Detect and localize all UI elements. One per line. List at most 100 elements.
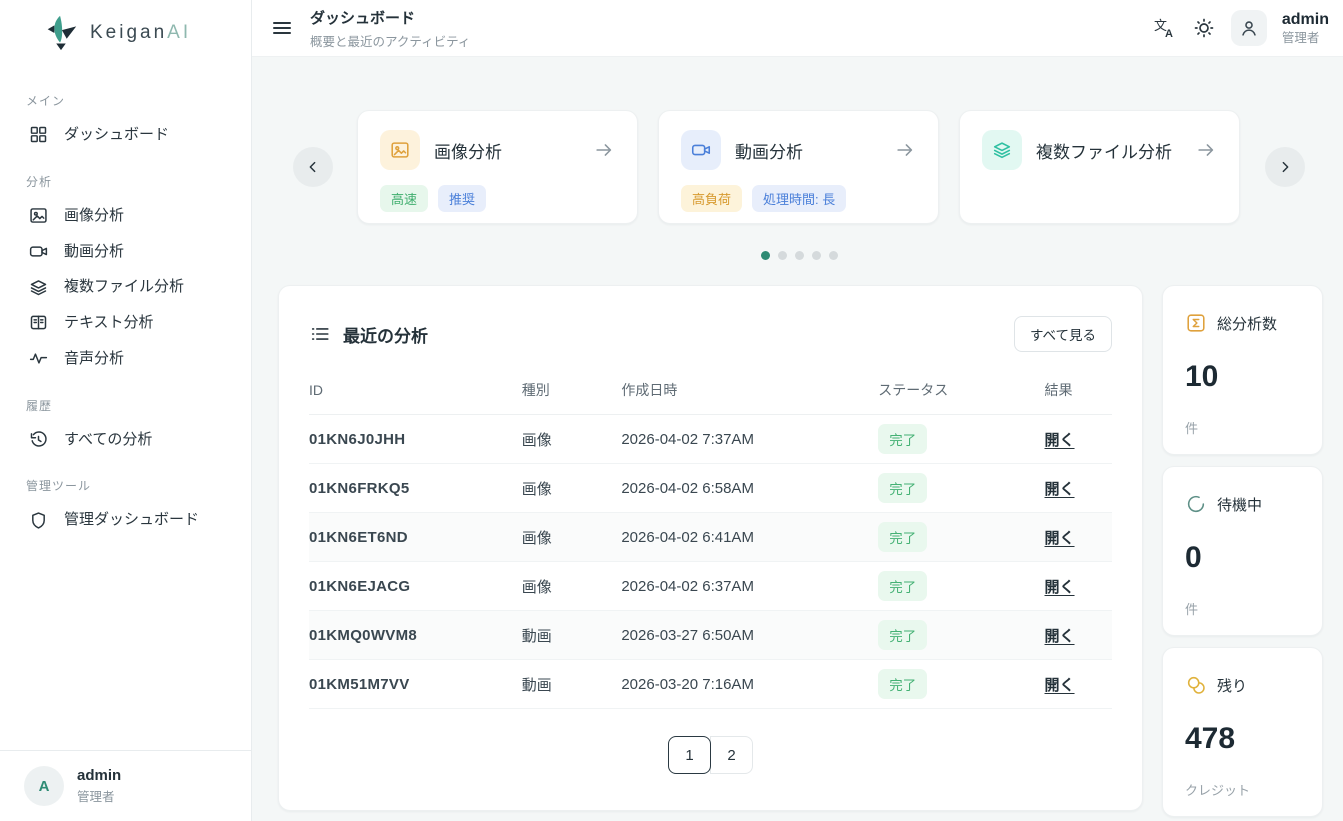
status-badge: 完了 — [878, 473, 927, 503]
status-badge: 完了 — [878, 424, 927, 454]
cell-id: 01KN6EJACG — [309, 562, 522, 611]
history-icon — [28, 429, 49, 450]
sidebar-item[interactable]: すべての分析 — [26, 422, 225, 458]
feature-card[interactable]: 複数ファイル分析 — [959, 110, 1240, 224]
open-link[interactable]: 開く — [1045, 432, 1075, 449]
page-subtitle: 概要と最近のアクティビティ — [310, 31, 470, 50]
stat-card: 待機中0件 — [1162, 466, 1323, 636]
recent-table-body: 01KN6J0JHH画像2026-04-02 7:37AM完了開く01KN6FR… — [309, 415, 1112, 709]
recent-table: ID種別作成日時ステータス結果 01KN6J0JHH画像2026-04-02 7… — [309, 372, 1112, 709]
audio-icon — [28, 348, 49, 369]
shield-icon — [28, 510, 49, 531]
open-link[interactable]: 開く — [1045, 481, 1075, 498]
carousel-dot[interactable] — [829, 251, 838, 260]
sidebar-item[interactable]: 動画分析 — [26, 234, 225, 270]
cell-type: 画像 — [522, 562, 622, 611]
sidebar-item[interactable]: 画像分析 — [26, 198, 225, 234]
spinner-icon — [1185, 493, 1207, 515]
feature-card[interactable]: 動画分析高負荷処理時間: 長 — [658, 110, 939, 224]
feature-card[interactable]: 画像分析高速推奨 — [357, 110, 638, 224]
stat-unit: クレジット — [1185, 780, 1300, 799]
cell-status: 完了 — [878, 415, 1044, 464]
stat-card: 残り 478 クレジット — [1162, 647, 1323, 817]
card-badges: 高負荷処理時間: 長 — [681, 185, 916, 212]
sigma-icon — [1185, 312, 1207, 334]
carousel-track: 画像分析高速推奨動画分析高負荷処理時間: 長 複数ファイル分析 — [357, 110, 1240, 224]
header-user-role: 管理者 — [1282, 31, 1329, 46]
column-header: 作成日時 — [621, 372, 878, 415]
badge: 高負荷 — [681, 185, 742, 212]
user-menu-button[interactable] — [1231, 10, 1267, 46]
badge: 高速 — [380, 185, 428, 212]
sidebar-item[interactable]: テキスト分析 — [26, 305, 225, 341]
stat-value: 0 — [1185, 541, 1300, 575]
sidebar-item-label: 動画分析 — [64, 241, 124, 263]
nav-section-label: 管理ツール — [26, 477, 225, 494]
page-title: ダッシュボード — [310, 7, 470, 28]
sidebar-item[interactable]: 複数ファイル分析 — [26, 269, 225, 305]
translate-icon[interactable]: 文A — [1153, 16, 1177, 40]
list-icon — [309, 323, 331, 345]
open-link[interactable]: 開く — [1045, 579, 1075, 596]
sidebar-item-label: 管理ダッシュボード — [64, 509, 199, 531]
stat-label: 総分析数 — [1217, 313, 1277, 334]
arrow-right-icon — [1195, 139, 1217, 161]
bird-logo-icon — [42, 14, 80, 52]
hamburger-icon[interactable] — [270, 16, 294, 40]
column-header: ステータス — [878, 372, 1044, 415]
cell-status: 完了 — [878, 660, 1044, 709]
stat-unit: 件 — [1185, 418, 1300, 437]
feature-card-title: 複数ファイル分析 — [1036, 138, 1172, 163]
open-link[interactable]: 開く — [1045, 677, 1075, 694]
cell-type: 画像 — [522, 513, 622, 562]
sidebar-item[interactable]: 音声分析 — [26, 341, 225, 377]
cell-id: 01KN6ET6ND — [309, 513, 522, 562]
stat-card: 総分析数10件 — [1162, 285, 1323, 455]
coins-icon — [1185, 674, 1207, 696]
sidebar-user[interactable]: A admin 管理者 — [0, 750, 251, 821]
table-row: 01KMQ0WVM8動画2026-03-27 6:50AM完了開く — [309, 611, 1112, 660]
image-icon — [380, 130, 420, 170]
sidebar-item[interactable]: 管理ダッシュボード — [26, 502, 225, 538]
column-header: 結果 — [1045, 372, 1112, 415]
page-button[interactable]: 2 — [710, 736, 753, 774]
open-link[interactable]: 開く — [1045, 530, 1075, 547]
column-header: 種別 — [522, 372, 622, 415]
status-badge: 完了 — [878, 669, 927, 699]
cell-created: 2026-04-02 6:41AM — [621, 513, 878, 562]
table-row: 01KN6EJACG画像2026-04-02 6:37AM完了開く — [309, 562, 1112, 611]
panel-title: 最近の分析 — [343, 322, 428, 347]
carousel-dot[interactable] — [778, 251, 787, 260]
carousel-dot[interactable] — [795, 251, 804, 260]
cell-id: 01KN6J0JHH — [309, 415, 522, 464]
table-row: 01KN6ET6ND画像2026-04-02 6:41AM完了開く — [309, 513, 1112, 562]
status-badge: 完了 — [878, 620, 927, 650]
sidebar-item-label: すべての分析 — [64, 429, 152, 451]
sidebar-user-role: 管理者 — [77, 786, 121, 805]
nav-section-label: 履歴 — [26, 397, 225, 414]
column-header: ID — [309, 372, 522, 415]
stat-value: 478 — [1185, 722, 1300, 756]
grid-icon — [28, 124, 49, 145]
arrow-right-icon — [894, 139, 916, 161]
carousel-dot[interactable] — [812, 251, 821, 260]
page-button[interactable]: 1 — [668, 736, 711, 774]
carousel-next-button[interactable] — [1265, 147, 1305, 187]
cell-type: 画像 — [522, 464, 622, 513]
open-link[interactable]: 開く — [1045, 628, 1075, 645]
sun-icon[interactable] — [1192, 16, 1216, 40]
stat-label: 残り — [1217, 675, 1247, 696]
table-row: 01KN6J0JHH画像2026-04-02 7:37AM完了開く — [309, 415, 1112, 464]
sidebar-item[interactable]: ダッシュボード — [26, 117, 225, 153]
video-icon — [681, 130, 721, 170]
cell-action: 開く — [1045, 562, 1112, 611]
cell-created: 2026-04-02 6:58AM — [621, 464, 878, 513]
carousel-dots — [761, 251, 838, 260]
carousel-dot[interactable] — [761, 251, 770, 260]
carousel-prev-button[interactable] — [293, 147, 333, 187]
sidebar-item-label: テキスト分析 — [64, 312, 154, 334]
sidebar-item-label: 音声分析 — [64, 348, 124, 370]
view-all-button[interactable]: すべて見る — [1014, 316, 1112, 352]
cell-type: 画像 — [522, 415, 622, 464]
table-header-row: ID種別作成日時ステータス結果 — [309, 372, 1112, 415]
